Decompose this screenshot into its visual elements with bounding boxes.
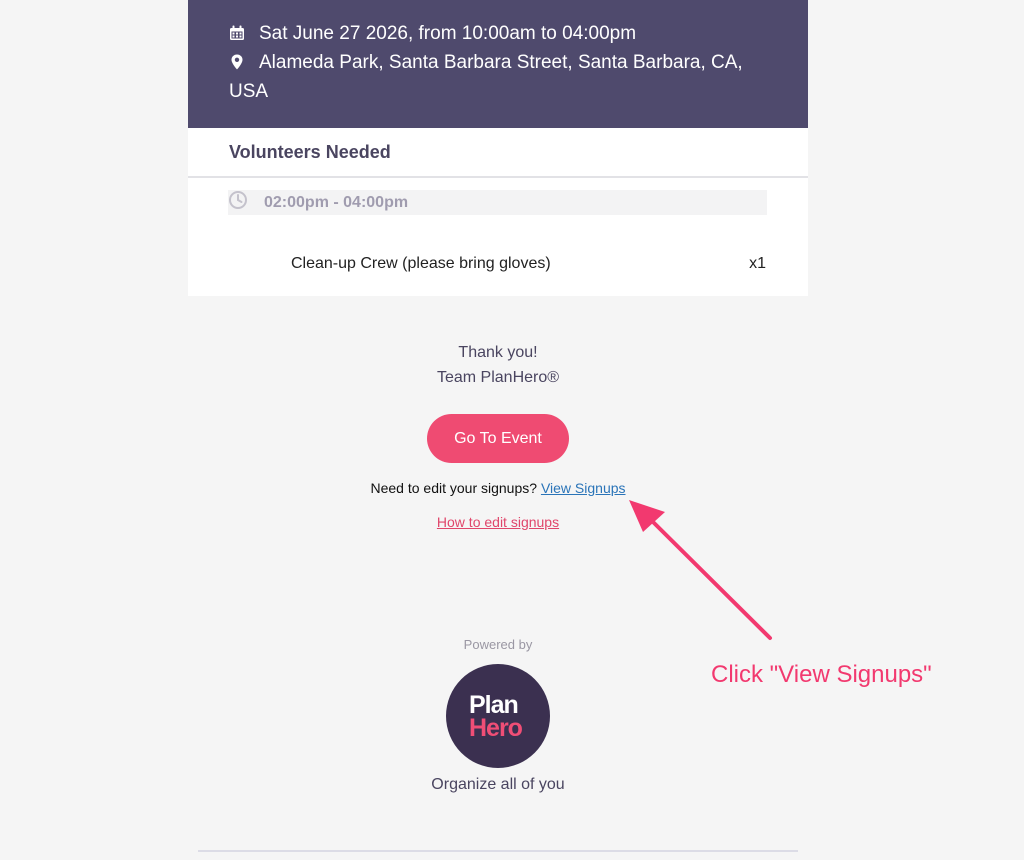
role-name: Clean-up Crew (please bring gloves): [291, 255, 551, 272]
event-location-line2: USA: [229, 81, 269, 102]
volunteers-title: Volunteers Needed: [229, 142, 391, 162]
event-location-row-2: USA: [229, 77, 768, 106]
signature-line: Team PlanHero®: [436, 369, 560, 386]
edit-signups-prompt: Need to edit your signups?: [370, 480, 538, 496]
calendar-icon: [230, 25, 244, 40]
howto-container: How to edit signups: [188, 514, 808, 530]
tagline: Organize all of you: [431, 776, 565, 793]
powered-by-label: Powered by: [463, 637, 533, 652]
how-to-edit-link[interactable]: How to edit signups: [437, 514, 559, 530]
annotation-callout: Click "View Signups": [711, 661, 932, 688]
slot-time: 02:00pm - 04:00pm: [264, 194, 409, 211]
event-date-text: Sat June 27 2026, from 10:00am to 04:00p…: [259, 23, 637, 44]
clock-icon: [229, 191, 247, 209]
planhero-logo: Plan Hero: [446, 664, 550, 768]
edit-signups-line: Need to edit your signups? View Signups: [188, 480, 808, 496]
thanks-message: Thank you! Team PlanHero®: [188, 340, 808, 390]
role-quantity: x1: [749, 255, 766, 272]
time-slot-bar: 02:00pm - 04:00pm: [228, 190, 767, 215]
go-to-event-button[interactable]: Go To Event: [427, 414, 569, 463]
logo-text-hero: Hero: [469, 714, 523, 742]
event-location-row: Alameda Park, Santa Barbara Street, Sant…: [229, 48, 768, 77]
volunteers-card: Volunteers Needed 02:00pm - 04:00pm Clea…: [188, 128, 808, 296]
event-header: Sat June 27 2026, from 10:00am to 04:00p…: [188, 0, 808, 128]
footer-divider: [198, 850, 798, 852]
event-location-line1: Alameda Park, Santa Barbara Street, Sant…: [259, 52, 743, 73]
divider: [188, 176, 808, 178]
event-date-row: Sat June 27 2026, from 10:00am to 04:00p…: [229, 19, 768, 48]
view-signups-link[interactable]: View Signups: [541, 480, 626, 496]
map-pin-icon: [231, 54, 243, 70]
thanks-line: Thank you!: [458, 344, 538, 361]
